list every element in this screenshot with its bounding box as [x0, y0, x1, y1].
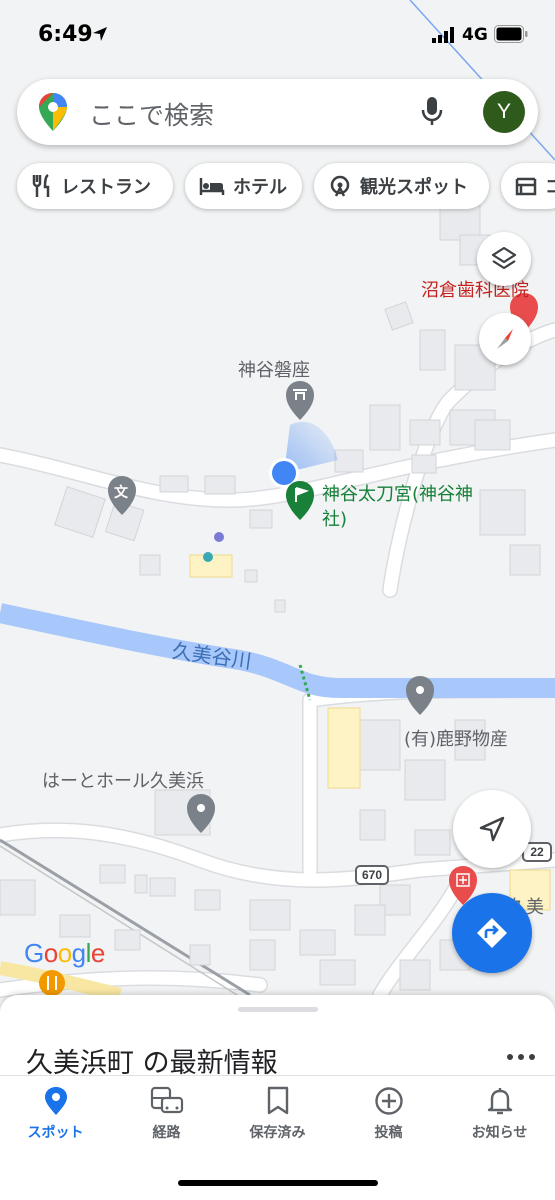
chip-attraction[interactable]: 観光スポット — [314, 163, 489, 209]
signal-icon — [432, 27, 454, 43]
bell-icon — [487, 1088, 512, 1115]
shrine-label-line2[interactable]: 社) — [322, 505, 347, 531]
navigation-arrow-icon — [479, 816, 505, 842]
school-glyph: 文 — [114, 485, 128, 501]
commute-icon — [150, 1086, 183, 1114]
mic-icon[interactable] — [421, 96, 443, 126]
home-indicator[interactable] — [178, 1180, 378, 1186]
hall-label[interactable]: はーとホール久美浜 — [42, 767, 204, 793]
compass-icon — [497, 329, 513, 349]
restaurant-icon — [32, 174, 50, 197]
add-circle-icon — [374, 1087, 403, 1115]
iwakura-label[interactable]: 神谷磐座 — [238, 356, 310, 382]
nav-updates-label: お知らせ — [471, 1125, 528, 1141]
nav-saved-label: 保存済み — [249, 1125, 306, 1141]
chip-shopping-label: コ — [545, 177, 555, 198]
location-arrow-icon — [93, 27, 107, 41]
google-logo: Google — [24, 938, 105, 968]
nav-contribute-label: 投稿 — [374, 1125, 403, 1141]
status-bar: 6:49 4G — [0, 0, 555, 70]
search-input[interactable]: ここで検索 — [89, 96, 214, 132]
attraction-icon — [330, 175, 350, 197]
shrine-label-line1[interactable]: 神谷太刀宮(神谷神 — [322, 480, 473, 506]
nav-contribute[interactable]: 投稿 — [333, 1086, 444, 1142]
shopping-icon — [515, 177, 537, 196]
hotel-icon — [199, 178, 225, 195]
chip-attraction-label: 観光スポット — [360, 177, 468, 198]
maps-logo-icon — [39, 93, 67, 131]
bottom-sheet[interactable]: 久美浜町 の最新情報 — [0, 995, 555, 1079]
chip-restaurant[interactable]: レストラン — [17, 163, 173, 209]
nav-explore[interactable]: スポット — [0, 1086, 111, 1142]
more-icon[interactable] — [506, 1053, 536, 1061]
pin-icon — [44, 1087, 67, 1115]
bookmark-icon — [267, 1086, 288, 1115]
status-time: 6:49 — [38, 22, 93, 47]
compass-button[interactable] — [479, 313, 531, 365]
sheet-handle[interactable] — [238, 1007, 318, 1012]
store-label[interactable]: (有)鹿野物産 — [404, 725, 508, 751]
directions-fab[interactable] — [452, 893, 532, 973]
chip-hotel[interactable]: ホテル — [185, 163, 302, 209]
directions-icon — [477, 918, 507, 948]
nav-commute[interactable]: 経路 — [111, 1086, 222, 1142]
chip-hotel-label: ホテル — [233, 177, 287, 198]
chip-restaurant-label: レストラン — [61, 177, 151, 198]
nav-explore-label: スポット — [27, 1125, 84, 1141]
nav-saved[interactable]: 保存済み — [222, 1086, 333, 1142]
nav-commute-label: 経路 — [152, 1125, 181, 1141]
avatar[interactable]: Y — [483, 91, 525, 133]
chip-shopping[interactable]: コ — [501, 163, 555, 209]
layers-button[interactable] — [477, 232, 531, 286]
layers-icon — [491, 246, 517, 270]
route-670-badge: 670 — [355, 865, 389, 885]
restaurant-pin-icon — [39, 970, 65, 996]
network-type: 4G — [462, 25, 488, 45]
my-location-button[interactable] — [453, 790, 531, 868]
search-bar[interactable]: ここで検索 Y — [17, 79, 538, 145]
nav-updates[interactable]: お知らせ — [444, 1086, 555, 1142]
battery-icon — [494, 25, 528, 43]
